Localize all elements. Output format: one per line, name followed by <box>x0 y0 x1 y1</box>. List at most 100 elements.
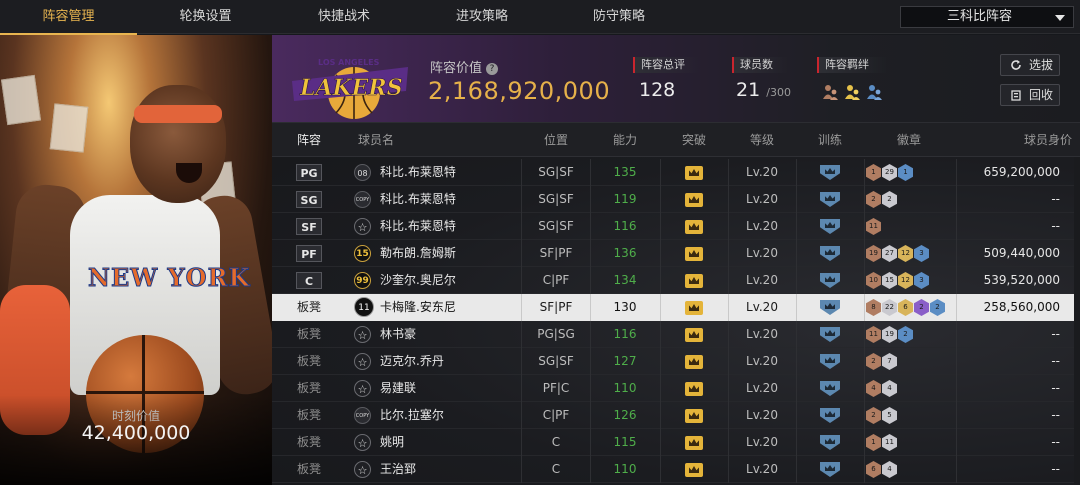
badge-gold-icon: 6 <box>898 299 913 316</box>
table-row[interactable]: 板凳 ☆ 迈克尔.乔丹 SG|SF 127 Lv.20 2 7 -- <box>272 348 1080 375</box>
top-nav: 阵容管理 轮换设置 快捷战术 进攻策略 防守策略 三科比阵容 <box>0 0 1080 35</box>
training-shield-icon[interactable] <box>820 192 840 207</box>
table-row[interactable]: 板凳 ☆ 林书豪 PG|SG 116 Lv.20 11 19 2 -- <box>272 321 1080 348</box>
badge-list[interactable]: 44 <box>866 380 898 398</box>
column-header-badges[interactable]: 徽章 <box>864 123 954 157</box>
table-row[interactable]: PG 08 科比.布莱恩特 SG|SF 135 Lv.20 1 29 1 659,200,000 <box>272 159 1080 186</box>
badge-list[interactable]: 27 <box>866 353 898 371</box>
column-header-training[interactable]: 训练 <box>796 123 864 157</box>
breakthrough-crown-icon[interactable] <box>685 355 703 369</box>
training-shield-icon[interactable] <box>820 354 840 369</box>
badge-list[interactable]: 64 <box>866 461 898 479</box>
breakthrough-crown-icon[interactable] <box>685 220 703 234</box>
table-row[interactable]: 板凳 COPY 比尔.拉塞尔 C|PF 126 Lv.20 2 5 -- <box>272 402 1080 429</box>
column-header-breakthrough[interactable]: 突破 <box>660 123 728 157</box>
table-row[interactable]: PF 15 勒布朗.詹姆斯 SF|PF 136 Lv.20 19 27 12 3 509,440,0… <box>272 240 1080 267</box>
column-divider <box>796 321 797 348</box>
training-shield-icon[interactable] <box>820 381 840 396</box>
training-shield-icon[interactable] <box>820 408 840 423</box>
breakthrough-crown-icon[interactable] <box>685 382 703 396</box>
column-header-player-value[interactable]: 球员身价 <box>972 123 1072 157</box>
column-divider <box>660 375 661 402</box>
player-level: Lv.20 <box>746 381 778 395</box>
player-card-icon: 99 <box>354 272 371 289</box>
column-divider <box>796 348 797 375</box>
player-value: -- <box>1051 327 1060 341</box>
player-name: 沙奎尔.奥尼尔 <box>380 273 456 287</box>
slot-position-badge: SG <box>296 191 322 208</box>
badge-list[interactable]: 11 19 2 <box>866 326 914 344</box>
badge-list[interactable]: 1 29 1 <box>866 164 914 182</box>
table-row[interactable]: SG COPY 科比.布莱恩特 SG|SF 119 Lv.20 2 2 -- <box>272 186 1080 213</box>
badge-list[interactable]: 19 27 12 3 <box>866 245 930 263</box>
table-row[interactable]: 板凳 11 卡梅隆.安东尼 SF|PF 130 Lv.20 8 22 6 2 2 258,560,00… <box>272 294 1080 321</box>
breakthrough-crown-icon[interactable] <box>685 301 703 315</box>
breakthrough-crown-icon[interactable] <box>685 247 703 261</box>
training-shield-icon[interactable] <box>820 273 840 288</box>
table-row[interactable]: 板凳 ☆ 姚明 C 115 Lv.20 1 11 -- <box>272 429 1080 456</box>
table-row[interactable]: SF ☆ 科比.布莱恩特 SG|SF 116 Lv.20 11 -- <box>272 213 1080 240</box>
badge-list[interactable]: 25 <box>866 407 898 425</box>
tab-lineup-management[interactable]: 阵容管理 <box>0 0 137 35</box>
training-shield-icon[interactable] <box>820 246 840 261</box>
training-shield-icon[interactable] <box>820 300 840 315</box>
badge-bronze-icon: 11 <box>866 326 881 343</box>
svg-text:LOS ANGELES: LOS ANGELES <box>318 58 380 67</box>
slot-bench-label: 板凳 <box>296 354 321 368</box>
table-row[interactable]: 板凳 ☆ 易建联 PF|C 110 Lv.20 4 4 -- <box>272 375 1080 402</box>
training-shield-icon[interactable] <box>820 219 840 234</box>
training-shield-icon[interactable] <box>820 165 840 180</box>
breakthrough-crown-icon[interactable] <box>685 193 703 207</box>
tab-quick-tactics[interactable]: 快捷战术 <box>274 0 414 34</box>
recycle-button-label: 回收 <box>1029 88 1054 102</box>
badge-list[interactable]: 22 <box>866 191 898 209</box>
column-divider <box>660 402 661 429</box>
badge-list[interactable]: 1 11 <box>866 434 898 452</box>
players-max: /300 <box>766 86 791 99</box>
bond-icons[interactable] <box>821 82 891 102</box>
breakthrough-crown-icon[interactable] <box>685 436 703 450</box>
column-header-name[interactable]: 球员名 <box>356 123 396 157</box>
column-divider <box>796 429 797 456</box>
training-shield-icon[interactable] <box>820 462 840 477</box>
player-rating: 116 <box>613 327 637 341</box>
breakthrough-crown-icon[interactable] <box>685 328 703 342</box>
badge-list[interactable]: 10 15 12 3 <box>866 272 930 290</box>
lineup-select-dropdown[interactable]: 三科比阵容 <box>900 6 1074 28</box>
help-icon[interactable]: ? <box>486 63 499 75</box>
training-shield-icon[interactable] <box>820 327 840 342</box>
player-level: Lv.20 <box>746 273 778 287</box>
player-rating: 119 <box>613 192 637 206</box>
scrollbar[interactable] <box>1074 157 1080 485</box>
column-divider <box>864 213 865 240</box>
select-button[interactable]: 选拔 <box>1000 54 1060 76</box>
breakthrough-crown-icon[interactable] <box>685 463 703 477</box>
training-shield-icon[interactable] <box>820 435 840 450</box>
table-row[interactable]: 板凳 ☆ 王治郅 C 110 Lv.20 6 4 -- <box>272 456 1080 483</box>
breakthrough-crown-icon[interactable] <box>685 409 703 423</box>
table-header: 阵容 球员名 位置 能力 突破 等级 训练 徽章 球员身价 <box>272 123 1080 157</box>
player-rating: 130 <box>613 300 637 314</box>
column-divider <box>796 375 797 402</box>
table-row[interactable]: C 99 沙奎尔.奥尼尔 C|PF 134 Lv.20 10 15 12 3 539,520,000 <box>272 267 1080 294</box>
column-header-level[interactable]: 等级 <box>728 123 796 157</box>
badge-blue-icon: 3 <box>914 272 929 289</box>
player-name: 王治郅 <box>380 462 417 476</box>
tab-rotation-settings[interactable]: 轮换设置 <box>137 0 274 34</box>
tab-defense-strategy[interactable]: 防守策略 <box>550 0 688 34</box>
badge-blue-icon: 3 <box>914 245 929 262</box>
player-jersey-text: NEW YORK <box>87 263 251 293</box>
recycle-button[interactable]: 回收 <box>1000 84 1060 106</box>
breakthrough-crown-icon[interactable] <box>685 274 703 288</box>
breakthrough-crown-icon[interactable] <box>685 166 703 180</box>
column-header-rating[interactable]: 能力 <box>590 123 660 157</box>
column-header-slot[interactable]: 阵容 <box>290 123 328 157</box>
column-divider <box>660 429 661 456</box>
tab-offense-strategy[interactable]: 进攻策略 <box>414 0 550 34</box>
badge-list[interactable]: 11 <box>866 218 882 236</box>
column-header-position[interactable]: 位置 <box>522 123 590 157</box>
player-value: 539,520,000 <box>983 273 1060 287</box>
roster-table: 阵容 球员名 位置 能力 突破 等级 训练 徽章 球员身价 PG 08 科比.布莱恩… <box>272 123 1080 485</box>
badge-list[interactable]: 8 22 6 2 2 <box>866 299 946 317</box>
player-value: -- <box>1051 408 1060 422</box>
